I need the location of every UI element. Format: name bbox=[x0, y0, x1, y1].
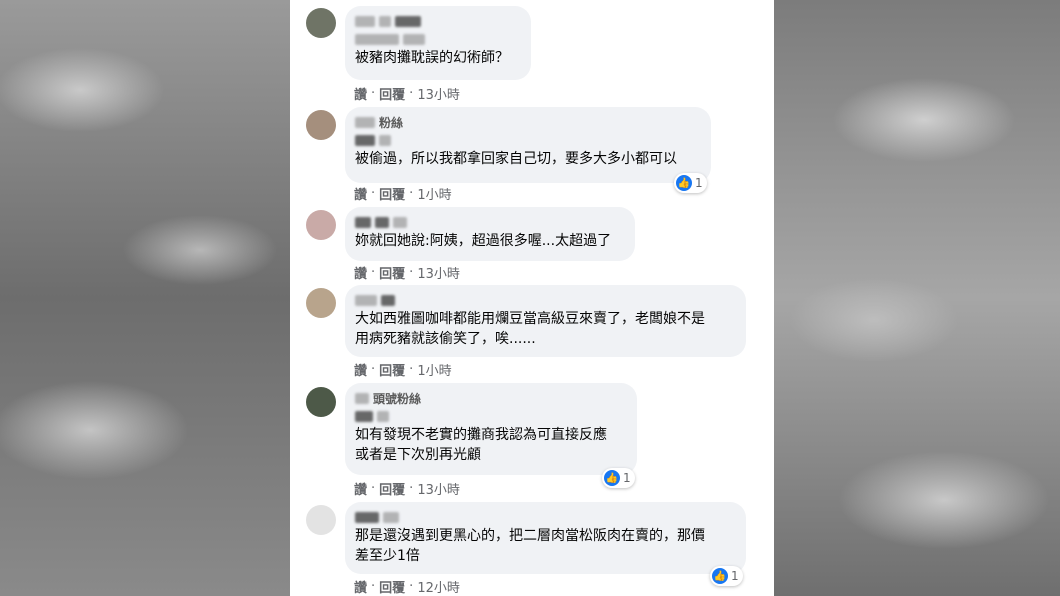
fan-badge: 粉絲 bbox=[355, 113, 701, 131]
comment-bubble: 大如西雅圖咖啡都能用爛豆當高級豆來賣了，老闆娘不是 用病死豬就該偷笑了，唉...… bbox=[345, 285, 746, 357]
reaction-count[interactable]: 👍 1 bbox=[602, 468, 635, 488]
comment-time[interactable]: 12小時 bbox=[417, 577, 460, 596]
thumbs-up-icon: 👍 bbox=[604, 470, 620, 486]
comment-text: 被偷過，所以我都拿回家自己切，要多大多小都可以 bbox=[355, 151, 677, 167]
like-button[interactable]: 讚 bbox=[354, 263, 367, 282]
comment-text: 妳就回她說:阿姨，超過很多喔...太超過了 bbox=[355, 233, 612, 249]
comment-text: 被豬肉攤耽誤的幻術師？ bbox=[355, 50, 509, 66]
commenter-name[interactable] bbox=[355, 131, 701, 149]
commenter-subname bbox=[355, 30, 521, 48]
avatar[interactable] bbox=[306, 288, 336, 318]
like-button[interactable]: 讚 bbox=[354, 360, 367, 379]
avatar[interactable] bbox=[306, 8, 336, 38]
comment-actions: 讚 · 回覆 · 13小時 bbox=[354, 263, 460, 282]
like-button[interactable]: 讚 bbox=[354, 577, 367, 596]
comment-actions: 讚 · 回覆 · 13小時 bbox=[354, 84, 460, 103]
comment-bubble: 妳就回她說:阿姨，超過很多喔...太超過了 bbox=[345, 207, 635, 261]
reply-button[interactable]: 回覆 bbox=[379, 263, 405, 282]
comment-text: 那是還沒遇到更黑心的，把二層肉當松阪肉在賣的，那價 差至少1倍 bbox=[355, 528, 705, 564]
comment-time[interactable]: 13小時 bbox=[417, 84, 460, 103]
comment-time[interactable]: 13小時 bbox=[417, 479, 460, 498]
like-button[interactable]: 讚 bbox=[354, 184, 367, 203]
reply-button[interactable]: 回覆 bbox=[379, 479, 405, 498]
commenter-name[interactable] bbox=[355, 213, 625, 231]
fan-badge-label: 頭號粉絲 bbox=[373, 391, 422, 406]
reaction-count[interactable]: 👍 1 bbox=[674, 173, 707, 193]
commenter-name[interactable] bbox=[355, 508, 736, 526]
reply-button[interactable]: 回覆 bbox=[379, 577, 405, 596]
like-button[interactable]: 讚 bbox=[354, 479, 367, 498]
commenter-name[interactable] bbox=[355, 407, 627, 425]
commenter-name[interactable] bbox=[355, 291, 736, 309]
comment-text: 大如西雅圖咖啡都能用爛豆當高級豆來賣了，老闆娘不是 用病死豬就該偷笑了，唉...… bbox=[355, 311, 705, 347]
thumbs-up-icon: 👍 bbox=[676, 175, 692, 191]
comment-time[interactable]: 13小時 bbox=[417, 263, 460, 282]
commenter-name[interactable] bbox=[355, 12, 521, 30]
comment-actions: 讚 · 回覆 · 12小時 bbox=[354, 577, 460, 596]
comment-bubble: 頭號粉絲 如有發現不老實的攤商我認為可直接反應 或者是下次別再光顧 bbox=[345, 383, 637, 475]
comment-actions: 讚 · 回覆 · 1小時 bbox=[354, 184, 452, 203]
blurred-background-right bbox=[774, 0, 1060, 596]
comment-actions: 讚 · 回覆 · 1小時 bbox=[354, 360, 452, 379]
fan-badge: 頭號粉絲 bbox=[355, 389, 627, 407]
comment-time[interactable]: 1小時 bbox=[417, 184, 451, 203]
like-button[interactable]: 讚 bbox=[354, 84, 367, 103]
reply-button[interactable]: 回覆 bbox=[379, 84, 405, 103]
comment-bubble: 那是還沒遇到更黑心的，把二層肉當松阪肉在賣的，那價 差至少1倍 bbox=[345, 502, 746, 574]
blurred-background-left bbox=[0, 0, 290, 596]
comment-text: 如有發現不老實的攤商我認為可直接反應 或者是下次別再光顧 bbox=[355, 427, 607, 463]
reaction-count[interactable]: 👍 1 bbox=[710, 566, 743, 586]
thumbs-up-icon: 👍 bbox=[712, 568, 728, 584]
comment-bubble: 被豬肉攤耽誤的幻術師？ bbox=[345, 6, 531, 80]
reply-button[interactable]: 回覆 bbox=[379, 184, 405, 203]
avatar[interactable] bbox=[306, 210, 336, 240]
comment-time[interactable]: 1小時 bbox=[417, 360, 451, 379]
comment-bubble: 粉絲 被偷過，所以我都拿回家自己切，要多大多小都可以 bbox=[345, 107, 711, 183]
avatar[interactable] bbox=[306, 387, 336, 417]
avatar[interactable] bbox=[306, 110, 336, 140]
fan-badge-label: 粉絲 bbox=[379, 115, 404, 130]
comment-panel: 被豬肉攤耽誤的幻術師？ 讚 · 回覆 · 13小時 粉絲 被偷過，所以我都拿回家… bbox=[290, 0, 774, 596]
avatar[interactable] bbox=[306, 505, 336, 535]
reply-button[interactable]: 回覆 bbox=[379, 360, 405, 379]
comment-actions: 讚 · 回覆 · 13小時 bbox=[354, 479, 460, 498]
